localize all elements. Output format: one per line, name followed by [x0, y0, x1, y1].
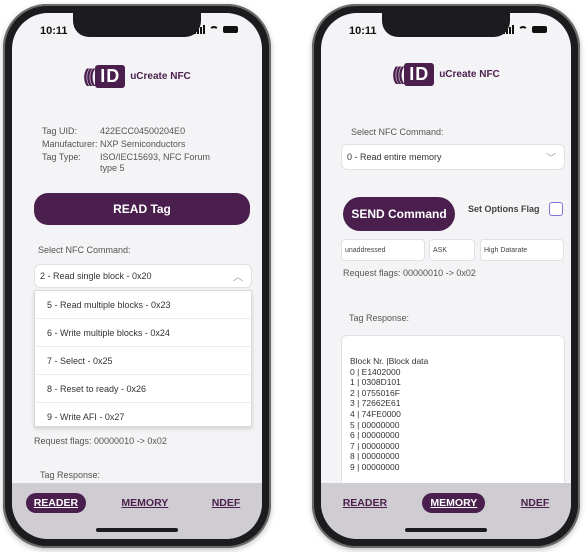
tag-info-value: NXP Semiconductors	[100, 139, 186, 149]
command-select[interactable]: 0 - Read entire memory ﹀	[341, 144, 565, 170]
response-header: Block Nr. |Block data	[350, 356, 429, 366]
options-flag-label: Set Options Flag	[468, 204, 540, 214]
tag-info: Tag UID: 422ECC04500204E0 Manufacturer: …	[42, 126, 220, 176]
dropdown-option[interactable]: 7 - Select - 0x25	[35, 347, 251, 375]
response-line: 9 | 00000000	[350, 461, 400, 472]
wifi-icon	[209, 26, 219, 33]
dropdown-option[interactable]: 6 - Write multiple blocks - 0x24	[35, 319, 251, 347]
request-flags: Request flags: 00000010 -> 0x02	[34, 436, 167, 446]
datarate-field[interactable]: High Datarate	[480, 239, 564, 261]
chevron-up-icon: ︿	[233, 272, 243, 284]
tag-info-key: Manufacturer:	[42, 139, 98, 149]
phone-memory-screen: 10:11 ((( ID uCreate NFC Select NFC Comm…	[312, 4, 580, 548]
response-line: 6 | 00000000	[350, 430, 400, 441]
tab-memory[interactable]: MEMORY	[113, 493, 176, 513]
battery-icon	[223, 26, 238, 33]
tab-reader[interactable]: READER	[335, 493, 395, 513]
screen: 10:11 ((( ID uCreate NFC Select NFC Comm…	[321, 13, 571, 539]
app-logo: ((( ID uCreate NFC	[321, 63, 571, 86]
tag-info-key: Tag Type:	[42, 152, 81, 162]
logo-text: uCreate NFC	[130, 71, 191, 82]
tag-info-row: Manufacturer: NXP Semiconductors	[42, 139, 220, 150]
wifi-icon	[518, 26, 528, 33]
command-select[interactable]: 2 - Read single block - 0x20 ︿	[34, 264, 252, 288]
read-tag-button[interactable]: READ Tag	[34, 193, 250, 225]
select-command-label: Select NFC Command:	[351, 127, 444, 137]
address-mode-field[interactable]: unaddressed	[341, 239, 425, 261]
nfc-waves-icon: (((	[392, 64, 404, 84]
response-line: 5 | 00000000	[350, 419, 400, 430]
response-line: 0 | E1402000	[350, 366, 401, 377]
notch	[73, 13, 201, 37]
status-icons	[503, 25, 547, 34]
request-flags: Request flags: 00000010 -> 0x02	[343, 268, 476, 278]
notch	[382, 13, 510, 37]
tab-ndef[interactable]: NDEF	[513, 493, 558, 513]
app-logo: ((( ID uCreate NFC	[12, 65, 262, 88]
command-dropdown-list: 5 - Read multiple blocks - 0x23 6 - Writ…	[34, 290, 252, 431]
selected-command: 2 - Read single block - 0x20	[40, 271, 152, 281]
logo-id-mark: ID	[404, 63, 435, 86]
response-line: 4 | 74FE0000	[350, 408, 401, 419]
tab-ndef[interactable]: NDEF	[204, 493, 249, 513]
tag-info-row: Tag Type: ISO/IEC15693, NFC Forum type 5	[42, 152, 220, 174]
battery-icon	[532, 26, 547, 33]
tag-info-value: 422ECC04500204E0	[100, 126, 186, 136]
tag-info-value: ISO/IEC15693, NFC Forum type 5	[100, 152, 211, 173]
status-icons	[194, 25, 238, 34]
status-time: 10:11	[40, 25, 68, 37]
tag-info-key: Tag UID:	[42, 126, 78, 136]
logo-text: uCreate NFC	[439, 69, 500, 80]
chevron-down-icon: ﹀	[546, 153, 556, 165]
selected-command: 0 - Read entire memory	[347, 152, 442, 162]
tab-memory[interactable]: MEMORY	[422, 493, 486, 513]
dropdown-option[interactable]: 5 - Read multiple blocks - 0x23	[35, 291, 251, 319]
screen: 10:11 ((( ID uCreate NFC Tag UID: 422ECC…	[12, 13, 262, 539]
tag-response-label: Tag Response:	[349, 313, 410, 323]
options-flag-checkbox[interactable]	[549, 202, 563, 216]
phone-reader-screen: 10:11 ((( ID uCreate NFC Tag UID: 422ECC…	[3, 4, 271, 548]
select-command-label: Select NFC Command:	[38, 245, 131, 255]
tab-reader[interactable]: READER	[25, 493, 87, 513]
tag-response-box: Block Nr. |Block data 0 | E1402000 1 | 0…	[341, 335, 565, 495]
dropdown-option[interactable]: 9 - Write AFI - 0x27	[35, 403, 251, 431]
home-indicator	[405, 528, 487, 532]
tag-info-row: Tag UID: 422ECC04500204E0	[42, 126, 220, 137]
response-line: 1 | 0308D101	[350, 377, 401, 388]
logo-id-mark: ID	[95, 65, 126, 88]
response-line: 7 | 00000000	[350, 440, 400, 451]
response-line: 3 | 72662E61	[350, 398, 401, 409]
tag-response-label: Tag Response:	[40, 470, 101, 480]
status-time: 10:11	[349, 25, 377, 37]
home-indicator	[96, 528, 178, 532]
nfc-waves-icon: (((	[83, 66, 95, 86]
dropdown-option[interactable]: 8 - Reset to ready - 0x26	[35, 375, 251, 403]
response-line: 2 | 0755016F	[350, 387, 400, 398]
send-command-button[interactable]: SEND Command	[343, 197, 455, 231]
modulation-field[interactable]: ASK	[429, 239, 475, 261]
response-line: 8 | 00000000	[350, 451, 400, 462]
